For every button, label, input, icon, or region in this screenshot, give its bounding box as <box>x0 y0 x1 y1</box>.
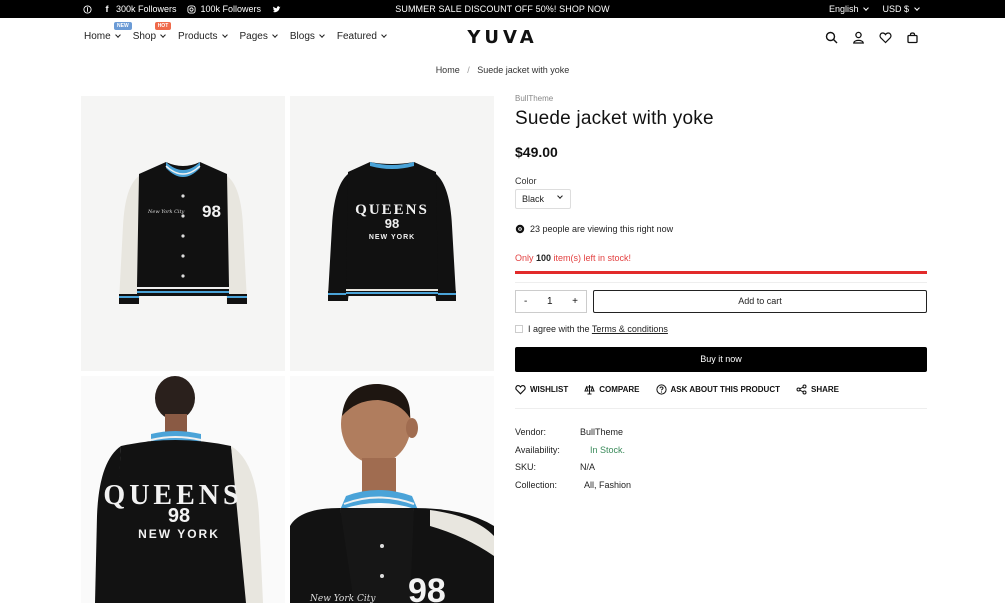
quantity-stepper: - 1 + <box>515 290 587 313</box>
viewing-notice: 23 people are viewing this right now <box>515 224 673 234</box>
terms-link[interactable]: Terms & conditions <box>592 324 668 334</box>
compare-scale-icon <box>584 385 595 395</box>
jacket-back-illustration: QUEENS 98 NEW YORK <box>328 162 456 301</box>
stock-notice: Only 100 item(s) left in stock! <box>515 253 631 263</box>
qty-increase-button[interactable]: + <box>572 296 578 307</box>
divider <box>515 282 927 283</box>
stock-progress-fill <box>515 271 927 274</box>
add-to-cart-button[interactable]: Add to cart <box>593 290 927 313</box>
model-chest-number: 98 <box>408 572 446 603</box>
wishlist-label: WISHLIST <box>530 385 569 394</box>
product-image-model-front[interactable]: New York City 98 <box>290 376 494 603</box>
terms-text: I agree with the Terms & conditions <box>528 324 668 334</box>
currency-selector[interactable]: USD $ <box>882 4 920 14</box>
model-chest-script: New York City <box>309 594 376 603</box>
meta-availability-label: Availability: <box>515 444 560 455</box>
site-header: Home NEW Shop HOT Products Pages Blogs F… <box>0 18 1005 58</box>
product-image-model-back[interactable]: QUEENS 98 NEW YORK <box>81 376 285 603</box>
stock-prefix: Only <box>515 253 537 263</box>
heart-icon <box>515 385 526 395</box>
meta-sku-label: SKU: <box>515 462 537 472</box>
breadcrumb-current: Suede jacket with yoke <box>477 65 570 75</box>
breadcrumb-separator: / <box>467 65 470 75</box>
back-number: 98 <box>385 216 399 231</box>
jacket-front-illustration: 98 New York City <box>119 162 247 304</box>
wishlist-action[interactable]: WISHLIST <box>515 384 568 395</box>
share-label: SHARE <box>811 385 840 394</box>
breadcrumb-home[interactable]: Home <box>436 65 460 75</box>
stock-suffix: item(s) left in stock! <box>551 253 632 263</box>
account-icon[interactable] <box>852 31 865 44</box>
chest-script: New York City <box>147 209 185 215</box>
product-vendor[interactable]: BullTheme <box>515 94 553 103</box>
meta-availability-value: In Stock. <box>590 444 626 455</box>
meta-collection-label: Collection: <box>515 479 558 490</box>
model-back-illustration: QUEENS 98 NEW YORK <box>95 376 263 603</box>
product-price: $49.00 <box>515 144 558 160</box>
terms-checkbox[interactable] <box>515 325 523 333</box>
color-select-value: Black <box>522 194 545 204</box>
ask-action[interactable]: ASK ABOUT THIS PRODUCT <box>655 384 780 395</box>
announcement-bar: f 300k Followers 100k Followers SUMMER S… <box>0 0 1005 18</box>
qty-input[interactable]: 1 <box>547 296 553 307</box>
chevron-down-icon <box>557 193 563 199</box>
language-selector[interactable]: English <box>828 4 870 14</box>
eye-icon <box>515 224 525 234</box>
compare-label: COMPARE <box>599 385 640 394</box>
divider <box>515 408 927 409</box>
product-title: Suede jacket with yoke <box>515 108 714 129</box>
meta-sku-value: N/A <box>580 462 596 472</box>
model-back-number: 98 <box>168 505 190 527</box>
stock-progress-bar <box>515 271 927 274</box>
product-image-front[interactable]: 98 New York City <box>81 96 285 371</box>
color-select[interactable]: Black <box>515 189 571 209</box>
locale-selectors: English USD $ <box>828 0 920 18</box>
viewing-text: 23 people are viewing this right now <box>530 224 674 234</box>
ask-label: ASK ABOUT THIS PRODUCT <box>670 385 780 394</box>
qty-decrease-button[interactable]: - <box>524 296 527 307</box>
wishlist-heart-icon[interactable] <box>879 31 892 44</box>
terms-agreement: I agree with the Terms & conditions <box>515 324 668 334</box>
search-icon[interactable] <box>825 31 838 44</box>
share-icon <box>796 384 807 395</box>
currency-value: USD $ <box>882 4 909 14</box>
cart-bag-icon[interactable] <box>906 31 919 44</box>
breadcrumb: Home / Suede jacket with yoke <box>0 65 1005 75</box>
chevron-down-icon <box>863 4 870 11</box>
stock-count: 100 <box>536 253 552 263</box>
meta-vendor-label: Vendor: <box>515 427 547 437</box>
meta-vendor-value[interactable]: BullTheme <box>580 427 623 437</box>
chevron-down-icon <box>914 4 920 11</box>
buy-it-now-button[interactable]: Buy it now <box>515 347 927 372</box>
meta-collection-value[interactable]: All, Fashion <box>584 480 631 490</box>
language-value: English <box>828 4 859 14</box>
share-action[interactable]: SHARE <box>796 384 839 395</box>
header-icons <box>825 31 919 44</box>
back-text-bottom: NEW YORK <box>369 234 415 241</box>
question-circle-icon <box>655 384 667 395</box>
chest-number: 98 <box>202 202 221 221</box>
agree-text: I agree with the <box>528 324 592 334</box>
model-back-text-bottom: NEW YORK <box>138 527 220 541</box>
model-front-illustration: New York City 98 <box>290 384 494 603</box>
product-image-back[interactable]: QUEENS 98 NEW YORK <box>290 96 494 371</box>
product-actions: WISHLIST COMPARE ASK ABOUT THIS PRODUCT … <box>515 384 839 395</box>
compare-action[interactable]: COMPARE <box>584 384 640 395</box>
color-label: Color <box>515 176 537 186</box>
